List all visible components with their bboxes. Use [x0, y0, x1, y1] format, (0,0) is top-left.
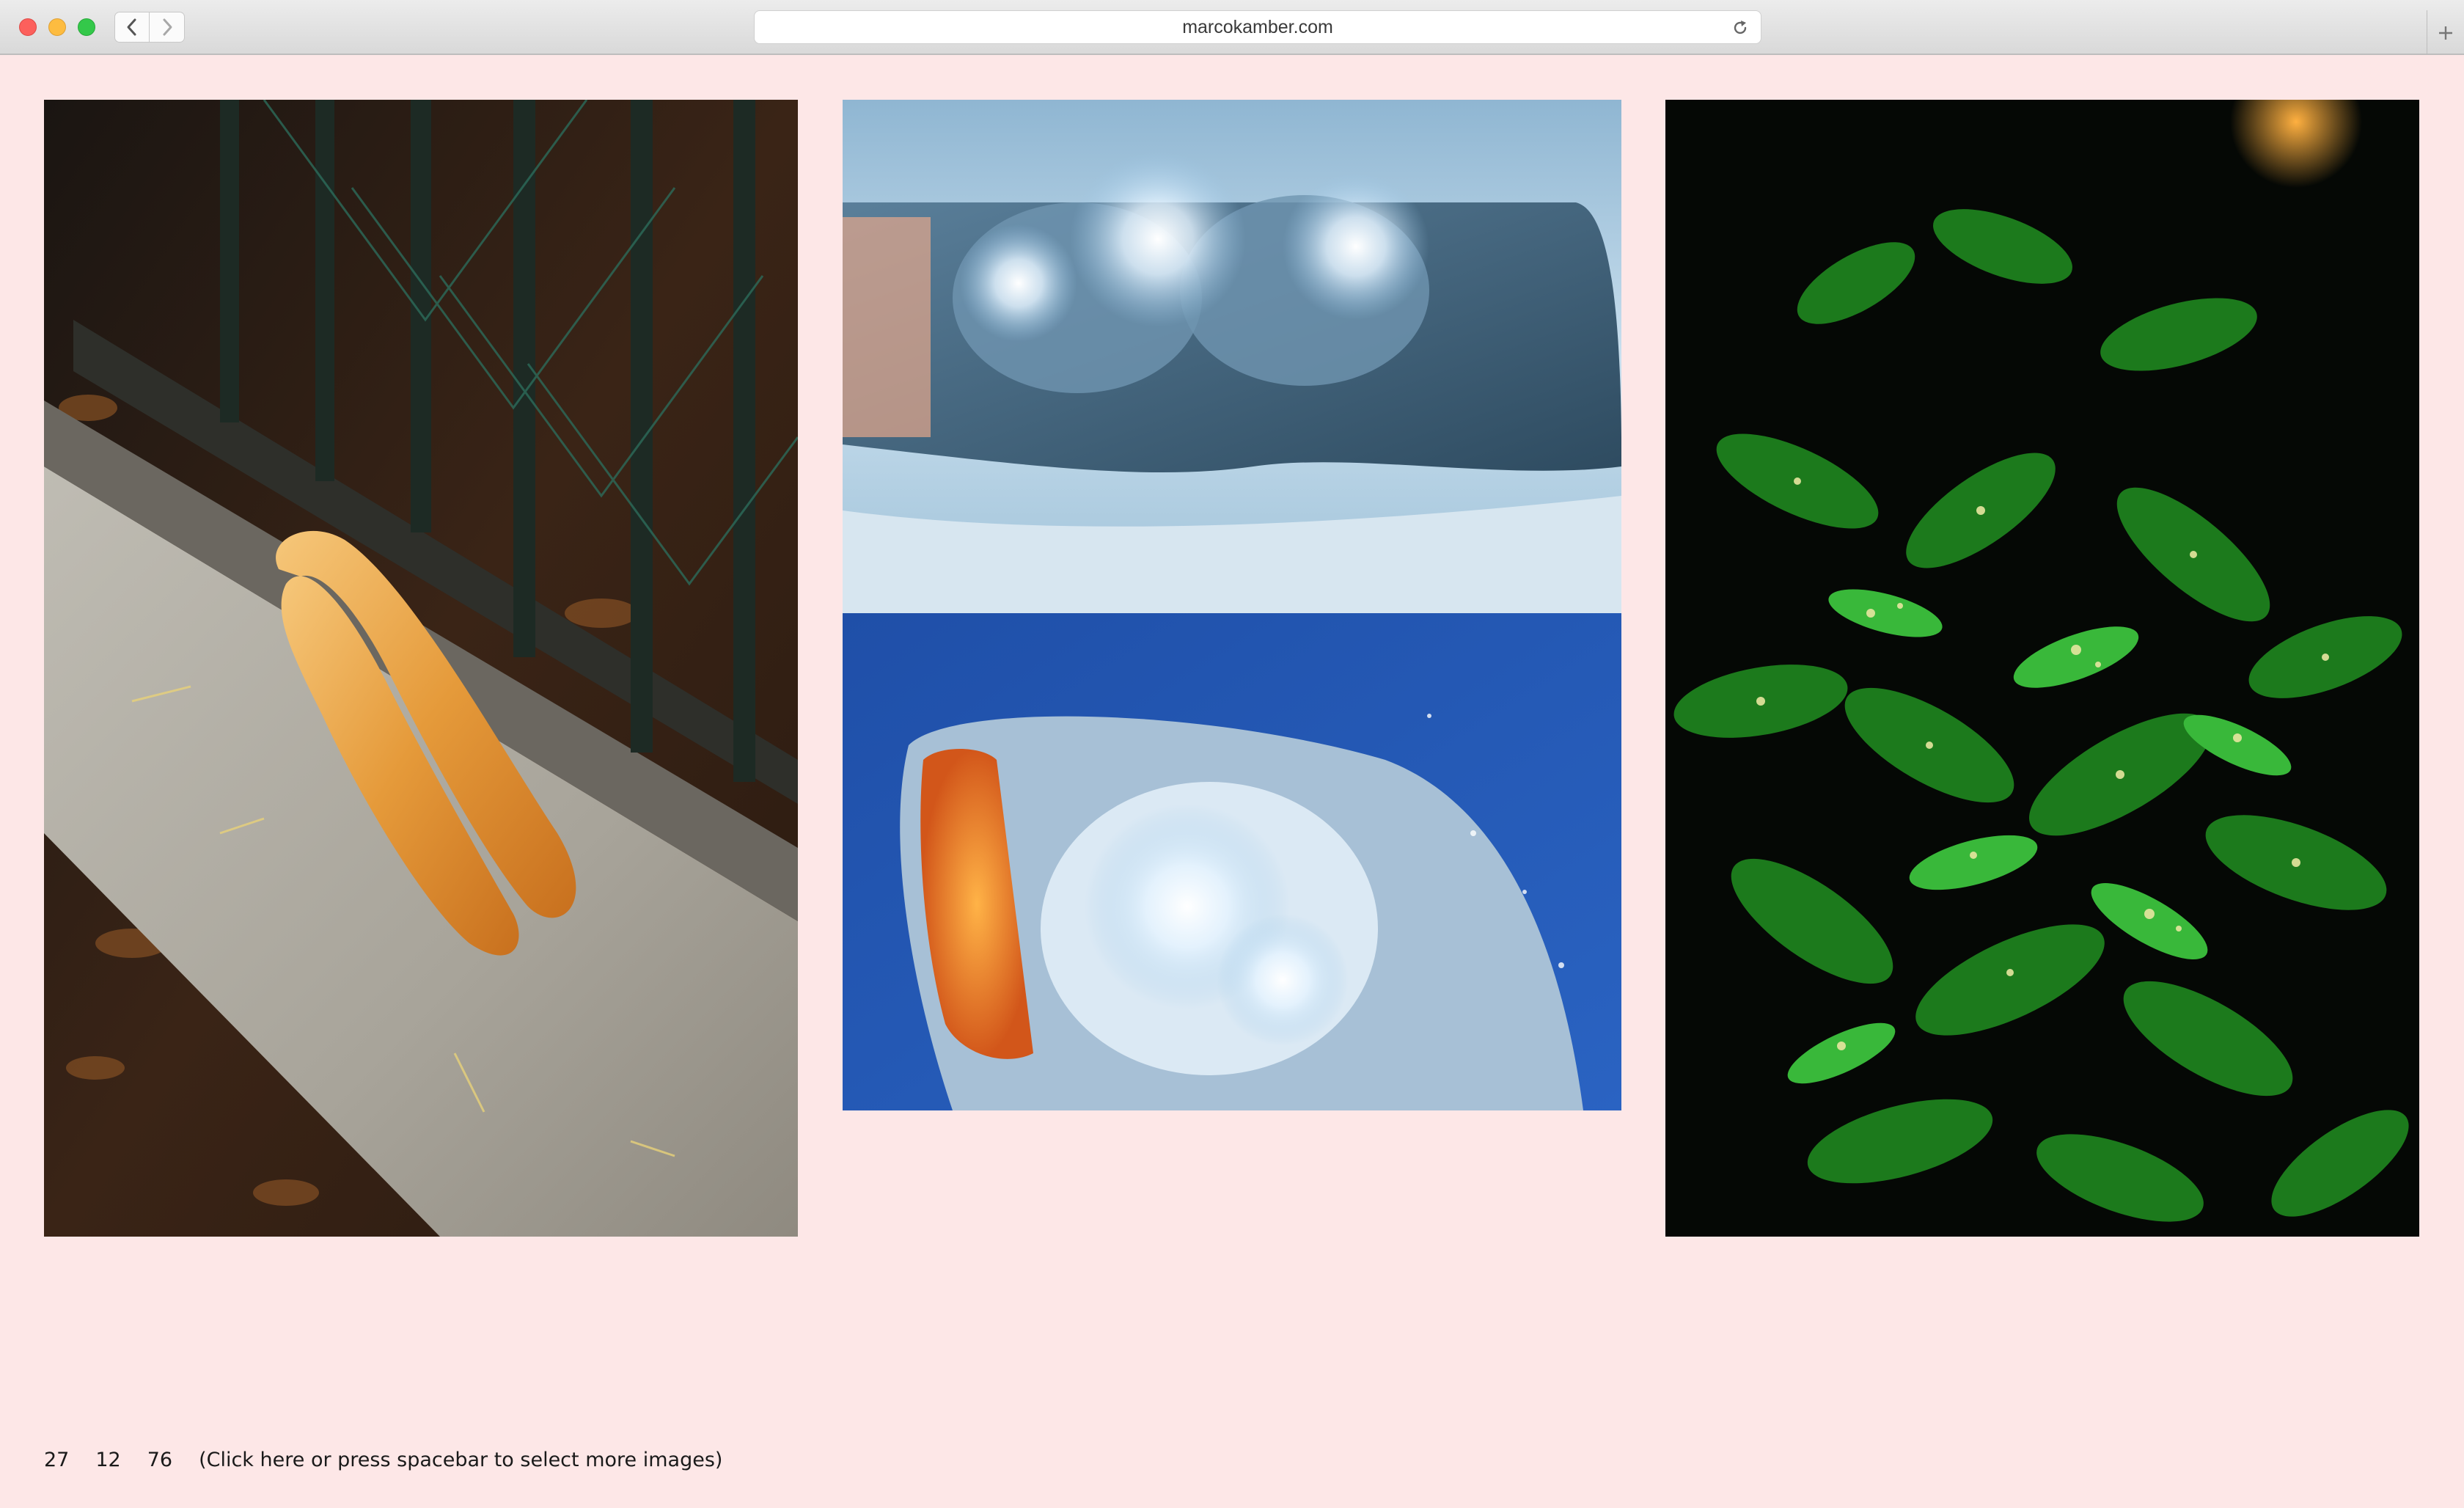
gallery-image-plant[interactable]: [1665, 100, 2419, 1237]
forward-button[interactable]: [150, 12, 185, 43]
image-number-3: 76: [147, 1448, 173, 1471]
chevron-right-icon: [163, 18, 172, 36]
chevron-left-icon: [127, 18, 136, 36]
gallery-image-headlights[interactable]: [843, 100, 1621, 1110]
url-text: marcokamber.com: [1182, 16, 1333, 37]
reload-button[interactable]: [1730, 18, 1750, 38]
address-bar[interactable]: marcokamber.com: [754, 10, 1761, 44]
new-tab-button[interactable]: [2427, 10, 2464, 55]
minimize-window-button[interactable]: [48, 18, 66, 36]
close-window-button[interactable]: [19, 18, 37, 36]
gallery-footer: 27 12 76 (Click here or press spacebar t…: [44, 1443, 722, 1476]
plant-photo: [1665, 100, 2419, 1237]
browser-toolbar: marcokamber.com: [0, 0, 2464, 55]
back-button[interactable]: [114, 12, 150, 43]
baguette-photo: [44, 100, 798, 1237]
image-number-2: 12: [95, 1448, 121, 1471]
reload-icon: [1734, 21, 1747, 34]
select-more-images-link[interactable]: (Click here or press spacebar to select …: [199, 1449, 722, 1471]
image-number-1: 27: [44, 1448, 70, 1471]
headlights-photo: [843, 100, 1621, 1110]
gallery-image-baguette[interactable]: [44, 100, 798, 1237]
maximize-window-button[interactable]: [78, 18, 95, 36]
plus-icon: [2439, 26, 2452, 40]
